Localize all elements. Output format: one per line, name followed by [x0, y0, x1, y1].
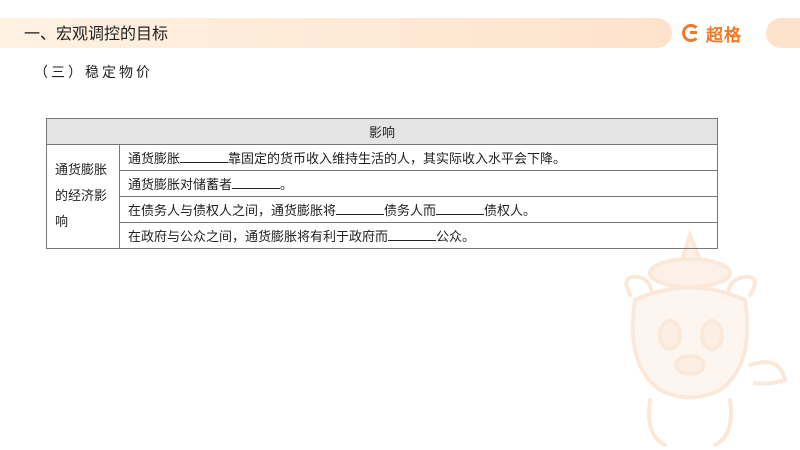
fill-blank[interactable] — [336, 201, 385, 215]
cell-text: 债务人而 — [384, 204, 437, 219]
column-header-impact: 影响 — [46, 118, 718, 145]
table-cell: 通货膨胀对储蓄者 。 — [119, 170, 718, 197]
fill-blank[interactable] — [436, 201, 485, 215]
table-row: 通货膨胀对储蓄者 。 — [47, 170, 718, 197]
table-header-row: 影响 — [46, 118, 718, 145]
page-title: 一、宏观调控的目标 — [24, 24, 169, 43]
table-row: 在债务人与债权人之间，通货膨胀将 债务人而 债权人。 — [47, 196, 718, 223]
brand-g-icon — [682, 24, 700, 42]
cell-text: 公众。 — [436, 230, 476, 245]
cell-text: 通货膨胀 — [128, 152, 181, 167]
table-cell: 通货膨胀 靠固定的货币收入维持生活的人，其实际收入水平会下降。 — [119, 144, 718, 171]
brand-logo: 超格 — [682, 18, 762, 48]
table-row: 在政府与公众之间，通货膨胀将有利于政府而 公众。 — [47, 222, 718, 249]
fill-blank[interactable] — [388, 227, 437, 241]
cell-text: 通货膨胀对储蓄者 — [128, 178, 233, 193]
cell-text: 。 — [280, 178, 294, 193]
table-cell: 在债务人与债权人之间，通货膨胀将 债务人而 债权人。 — [119, 196, 718, 223]
fill-blank[interactable] — [232, 175, 281, 189]
cell-text: 债权人。 — [484, 204, 537, 219]
brand-name: 超格 — [706, 25, 742, 46]
fill-blank[interactable] — [180, 149, 229, 163]
cell-text: 在债务人与债权人之间，通货膨胀将 — [128, 204, 337, 219]
table-row: 通货膨胀的经济影响 通货膨胀 靠固定的货币收入维持生活的人，其实际收入水平会下降。 — [46, 144, 718, 249]
inflation-impact-table: 影响 通货膨胀的经济影响 通货膨胀 靠固定的货币收入维持生活的人，其实际收入水平会… — [46, 118, 718, 249]
cell-text: 靠固定的货币收入维持生活的人，其实际收入水平会下降。 — [228, 152, 567, 167]
cell-text: 在政府与公众之间，通货膨胀将有利于政府而 — [128, 230, 389, 245]
table-cell: 在政府与公众之间，通货膨胀将有利于政府而 公众。 — [119, 222, 718, 249]
row-header-inflation-effect: 通货膨胀的经济影响 — [46, 144, 120, 249]
header-pill-decoration — [766, 18, 800, 48]
section-subtitle: （三）稳定物价 — [34, 65, 153, 81]
mascot-watermark-icon — [624, 229, 788, 447]
